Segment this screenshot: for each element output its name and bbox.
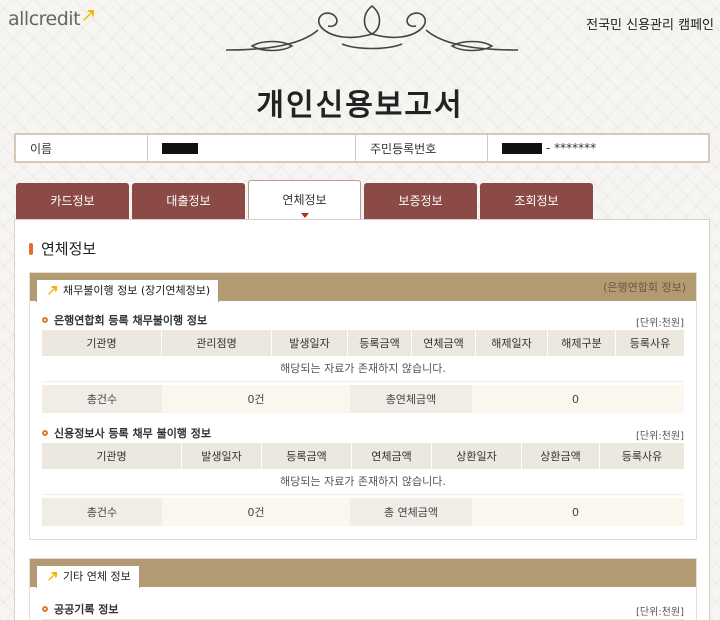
bullet-icon <box>42 430 48 436</box>
name-value <box>148 135 356 161</box>
default-info-box: 채무불이행 정보 (장기연체정보) (은행연합회 정보) 은행연합회 등록 채무… <box>29 272 697 540</box>
bank-federation-title-text: 은행연합회 등록 채무불이행 정보 <box>54 314 208 327</box>
column-header: 등록금액 <box>262 443 352 469</box>
identity-row: 이름 주민등록번호 - ******* <box>14 133 710 163</box>
other-default-tab-label: 기타 연체 정보 <box>63 570 131 583</box>
tab-delinquency-info[interactable]: 연체정보 <box>248 180 361 220</box>
summary-row: 총건수 0건 총연체금액 0 <box>42 385 684 413</box>
credit-bureau-table-title: 신용정보사 등록 채무 불이행 정보 <box>42 425 211 441</box>
column-header: 발생일자 <box>182 443 262 469</box>
id-suffix: - ******* <box>546 141 597 155</box>
section-heading: 연체정보 <box>29 238 96 259</box>
tab-bar: 카드정보 대출정보 연체정보 보증정보 조회정보 <box>16 180 710 220</box>
column-header: 연체금액 <box>412 330 476 356</box>
total-count-value: 0건 <box>247 393 265 406</box>
bank-federation-table-header: 기관명 관리점명 발생일자 등록금액 연체금액 해제일자 해제구분 등록사유 <box>42 330 684 356</box>
active-tab-caret-icon <box>301 213 309 218</box>
tab-guarantee-info[interactable]: 보증정보 <box>364 183 477 220</box>
unit-label: [단위:천원] <box>636 318 684 329</box>
total-count-label: 총건수 <box>42 498 162 526</box>
column-header: 기관명 <box>42 443 182 469</box>
total-count-label: 총건수 <box>42 385 162 413</box>
id-number-label: 주민등록번호 <box>356 135 488 161</box>
bullet-icon <box>42 317 48 323</box>
name-redaction <box>162 142 198 154</box>
tab-card-info[interactable]: 카드정보 <box>16 183 129 220</box>
column-header: 관리점명 <box>162 330 272 356</box>
logo-text: allcredit <box>8 8 81 30</box>
unit-label: [단위:천원] <box>636 431 684 442</box>
id-redaction <box>502 142 542 154</box>
public-record-title: 공공기록 정보 <box>42 601 119 617</box>
tab-delinquency-label: 연체정보 <box>282 193 327 207</box>
column-header: 상환일자 <box>432 443 522 469</box>
column-header: 발생일자 <box>272 330 348 356</box>
section-bar-icon <box>29 243 33 255</box>
column-header: 등록금액 <box>348 330 412 356</box>
source-label: (은행연합회 정보) <box>603 281 686 294</box>
column-header: 등록사유 <box>621 450 663 463</box>
header-ornament-icon <box>225 4 519 52</box>
default-info-header: 채무불이행 정보 (장기연체정보) (은행연합회 정보) <box>30 273 696 302</box>
page-title: 개인신용보고서 <box>256 88 464 123</box>
tab-loan-info[interactable]: 대출정보 <box>132 183 245 220</box>
column-header: 해제일자 <box>476 330 548 356</box>
unit-label: [단위:천원] <box>636 607 684 618</box>
total-amount-label: 총연체금액 <box>350 385 472 413</box>
default-info-tab[interactable]: 채무불이행 정보 (장기연체정보) <box>36 279 220 302</box>
column-header: 상환금액 <box>522 443 600 469</box>
logo-arrow-icon <box>83 10 95 21</box>
column-header: 연체금액 <box>352 443 432 469</box>
public-record-title-text: 공공기록 정보 <box>54 603 119 616</box>
other-default-header: 기타 연체 정보 <box>30 559 696 588</box>
arrow-icon <box>48 286 57 295</box>
id-number-value: - ******* <box>488 135 708 161</box>
total-amount-value: 0 <box>572 392 579 406</box>
name-label: 이름 <box>16 135 148 161</box>
column-header: 기관명 <box>42 330 162 356</box>
credit-bureau-title-text: 신용정보사 등록 채무 불이행 정보 <box>54 427 211 440</box>
summary-row: 총건수 0건 총 연체금액 0 <box>42 498 684 526</box>
total-amount-value: 0 <box>572 505 579 519</box>
other-default-box: 기타 연체 정보 공공기록 정보 [단위:천원] <box>29 558 697 620</box>
other-default-tab[interactable]: 기타 연체 정보 <box>36 565 140 588</box>
total-amount-label: 총 연체금액 <box>350 498 472 526</box>
column-header: 해제구분 <box>548 330 616 356</box>
top-bar: allcredit 전국민 신용관리 캠페인 <box>0 0 720 60</box>
default-info-tab-label: 채무불이행 정보 (장기연체정보) <box>63 284 211 297</box>
empty-message: 해당되는 자료가 존재하지 않습니다. <box>42 356 684 382</box>
arrow-icon <box>48 572 57 581</box>
campaign-text: 전국민 신용관리 캠페인 <box>586 18 714 33</box>
total-count-value: 0건 <box>247 506 265 519</box>
tab-inquiry-info[interactable]: 조회정보 <box>480 183 593 220</box>
allcredit-logo[interactable]: allcredit <box>8 8 95 30</box>
empty-message: 해당되는 자료가 존재하지 않습니다. <box>42 469 684 495</box>
bank-federation-table-title: 은행연합회 등록 채무불이행 정보 <box>42 312 207 328</box>
credit-bureau-table-header: 기관명 발생일자 등록금액 연체금액 상환일자 상환금액 등록사유 <box>42 443 684 469</box>
section-title: 연체정보 <box>41 240 97 258</box>
column-header: 등록사유 <box>629 337 671 350</box>
main-panel: 연체정보 채무불이행 정보 (장기연체정보) (은행연합회 정보) 은행연합회 … <box>14 219 710 620</box>
bullet-icon <box>42 606 48 612</box>
